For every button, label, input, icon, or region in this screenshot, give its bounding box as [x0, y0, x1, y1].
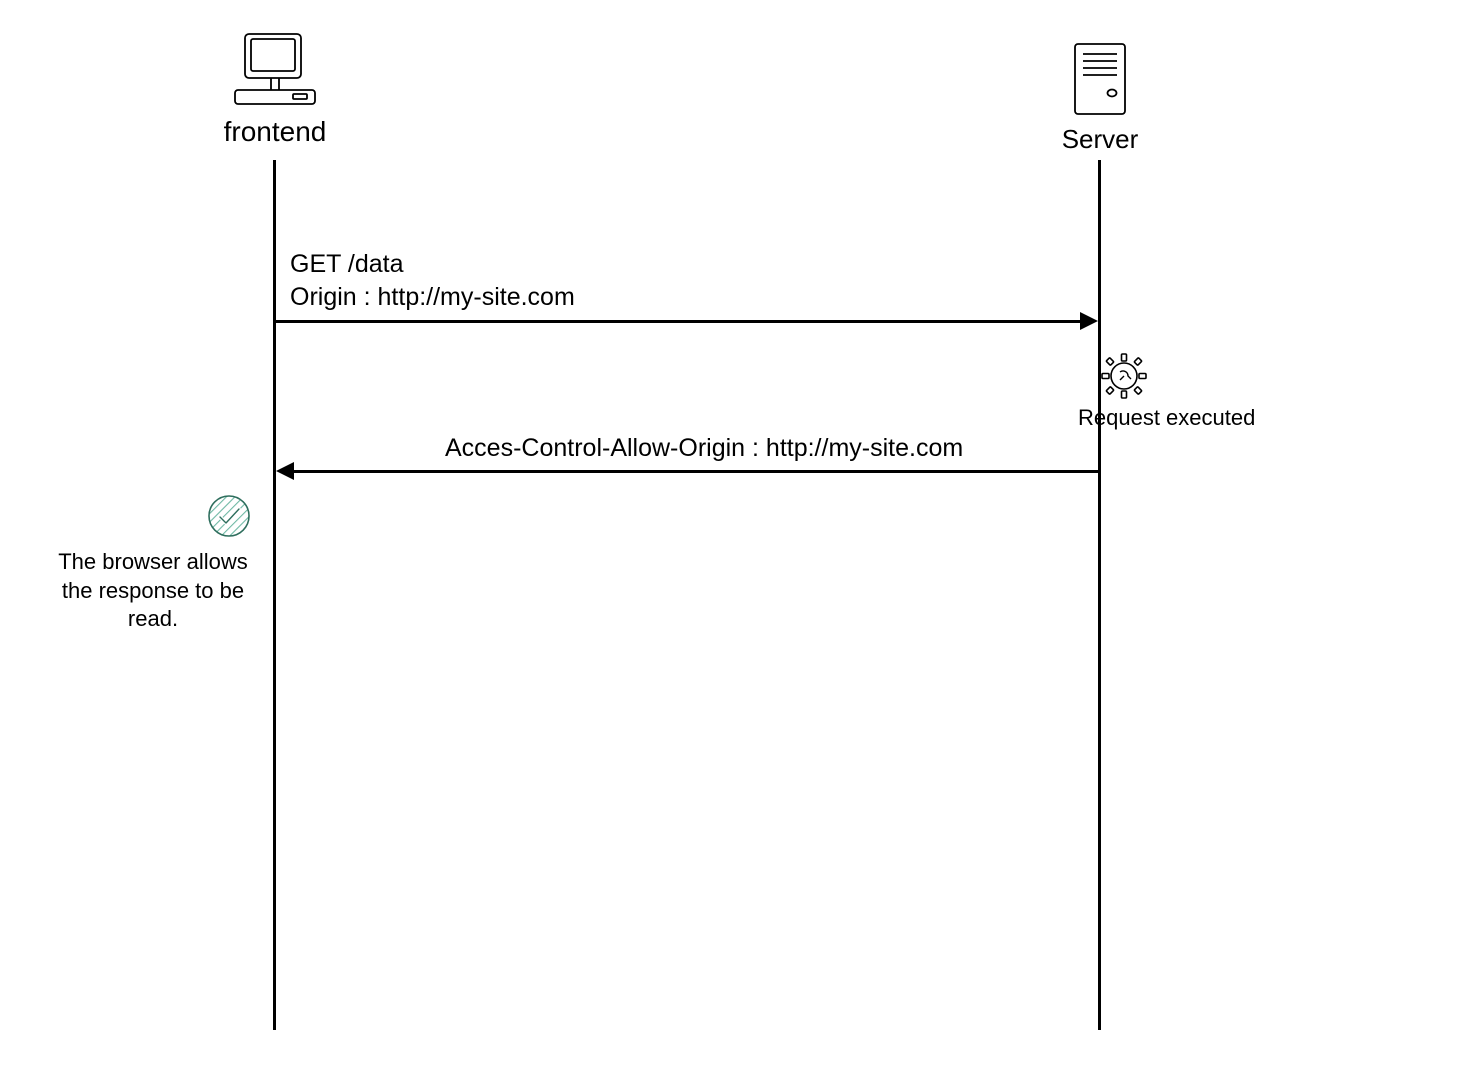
client-annotation: The browser allows the response to be re… [38, 548, 268, 634]
lifeline-server [1098, 160, 1101, 1030]
server-processing: Request executed [1078, 350, 1255, 433]
response-message: Acces-Control-Allow-Origin : http://my-s… [445, 432, 963, 465]
actor-server-label: Server [1045, 124, 1155, 155]
client-annotation-text: The browser allows the response to be re… [38, 548, 268, 634]
server-annotation-text: Request executed [1078, 404, 1255, 433]
lifeline-frontend [273, 160, 276, 1030]
server-icon [1045, 40, 1155, 118]
gear-icon [1078, 350, 1255, 402]
actor-frontend-label: frontend [190, 116, 360, 148]
actor-frontend: frontend [190, 28, 360, 148]
request-line1: GET /data [290, 248, 575, 281]
response-line1: Acces-Control-Allow-Origin : http://my-s… [445, 432, 963, 465]
success-badge [205, 492, 253, 545]
request-message: GET /data Origin : http://my-site.com [290, 248, 575, 313]
computer-icon [190, 28, 360, 110]
check-icon [205, 527, 253, 544]
request-line2: Origin : http://my-site.com [290, 281, 575, 314]
actor-server: Server [1045, 40, 1155, 155]
sequence-diagram: frontend Server GET /data Origin : http:… [0, 0, 1480, 1072]
